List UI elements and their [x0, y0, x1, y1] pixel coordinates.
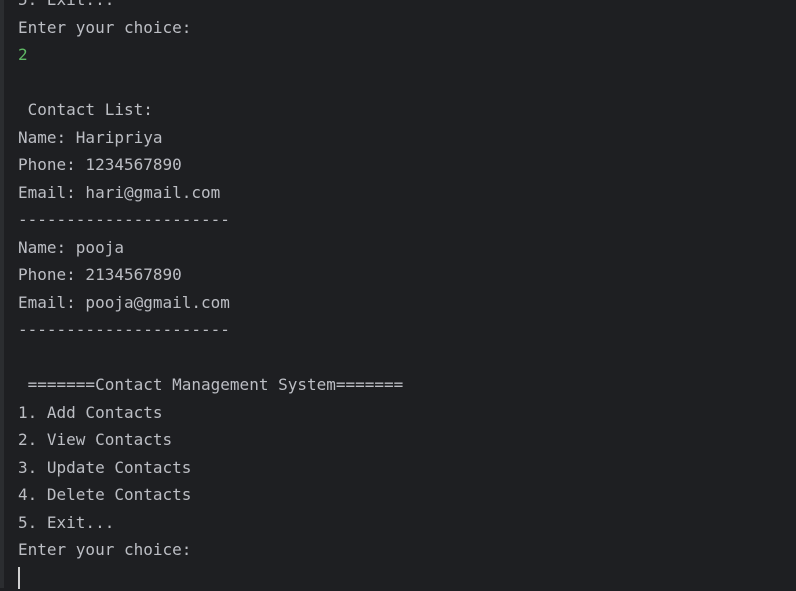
contact-email: Email: hari@gmail.com — [18, 179, 796, 207]
choice-prompt: Enter your choice: — [18, 536, 796, 564]
console-gutter — [0, 0, 4, 588]
console-blank-line — [18, 69, 796, 97]
console-user-input: 2 — [18, 41, 796, 69]
menu-item-view: 2. View Contacts — [18, 426, 796, 454]
contact-phone: Phone: 1234567890 — [18, 151, 796, 179]
console-blank-line — [18, 344, 796, 372]
contact-name: Name: Haripriya — [18, 124, 796, 152]
contact-separator: ---------------------- — [18, 206, 796, 234]
menu-item-delete: 4. Delete Contacts — [18, 481, 796, 509]
contact-email: Email: pooja@gmail.com — [18, 289, 796, 317]
menu-item-update: 3. Update Contacts — [18, 454, 796, 482]
console-line: 5. Exit... — [18, 0, 796, 14]
menu-item-exit: 5. Exit... — [18, 509, 796, 537]
menu-item-add: 1. Add Contacts — [18, 399, 796, 427]
console-input-line[interactable] — [18, 564, 796, 591]
contact-phone: Phone: 2134567890 — [18, 261, 796, 289]
contact-name: Name: pooja — [18, 234, 796, 262]
console-line: Enter your choice: — [18, 14, 796, 42]
text-cursor — [18, 567, 20, 589]
menu-title: =======Contact Management System======= — [18, 371, 796, 399]
contact-list-heading: Contact List: — [18, 96, 796, 124]
contact-separator: ---------------------- — [18, 316, 796, 344]
console-output[interactable]: 5. Exit... Enter your choice: 2 Contact … — [18, 0, 796, 591]
